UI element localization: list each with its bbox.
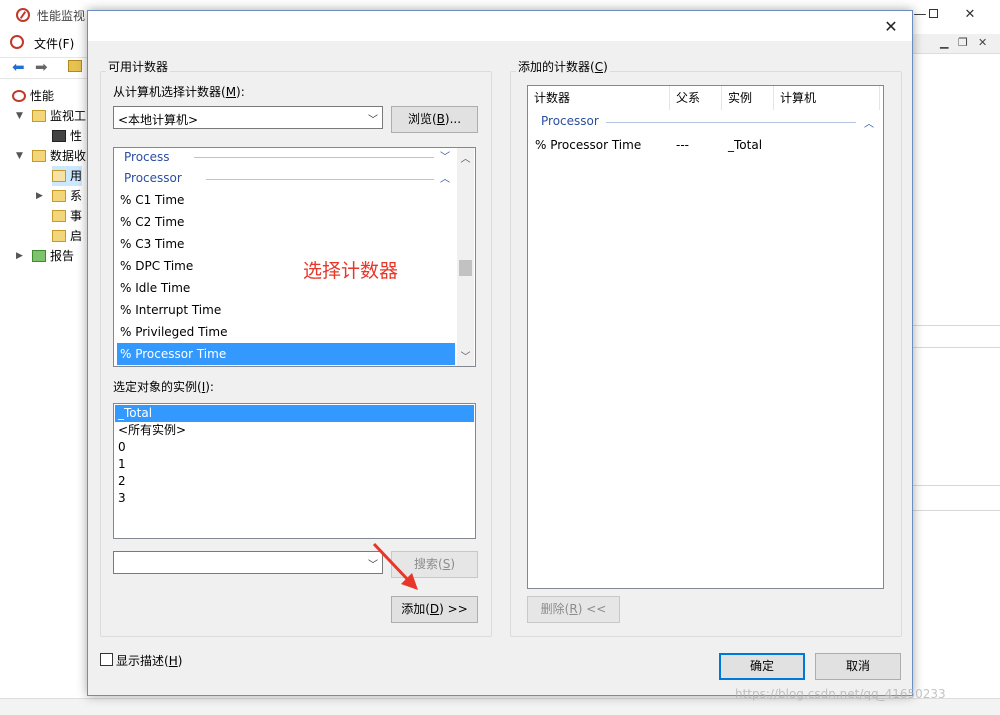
- forward-arrow-icon[interactable]: ➡: [35, 60, 48, 75]
- monitor-chart-icon: [52, 130, 66, 142]
- divider: [912, 485, 1000, 486]
- tree-item-user-defined[interactable]: 用: [52, 166, 83, 186]
- counter-item[interactable]: % C2 Time: [117, 211, 455, 233]
- back-arrow-icon[interactable]: ⬅: [12, 60, 25, 75]
- show-description-label: 显示描述(H): [116, 654, 183, 668]
- added-counters-label: 添加的计数器(C): [516, 58, 610, 75]
- remove-button[interactable]: 删除(R) <<: [527, 596, 620, 623]
- counter-item[interactable]: % Privileged Time: [117, 321, 455, 343]
- add-button[interactable]: 添加(D) >>: [391, 596, 478, 623]
- group-separator: [206, 179, 434, 180]
- instance-item-selected[interactable]: _Total: [115, 405, 474, 422]
- collapse-chevron-icon[interactable]: ︿: [440, 170, 450, 185]
- mdi-close-icon[interactable]: ✕: [978, 36, 987, 49]
- counter-item[interactable]: % Idle Time: [117, 277, 455, 299]
- tree-expand-icon[interactable]: ▼: [16, 111, 23, 121]
- collapse-chevron-icon[interactable]: ︿: [864, 115, 874, 130]
- annotation-arrow-icon: [372, 542, 418, 590]
- counter-group-process[interactable]: Process: [117, 148, 170, 168]
- computer-select[interactable]: <本地计算机> ﹀: [113, 106, 383, 129]
- group-separator: [194, 157, 434, 158]
- scroll-up-icon[interactable]: ︿: [457, 150, 474, 165]
- folder-icon: [52, 210, 66, 222]
- tree-item-system[interactable]: 系: [52, 186, 82, 206]
- counter-item[interactable]: % C1 Time: [117, 189, 455, 211]
- counters-listbox[interactable]: Process ﹀ Processor ︿ % C1 Time % C2 Tim…: [113, 147, 476, 367]
- chevron-down-icon: ﹀: [368, 115, 378, 126]
- counter-item[interactable]: % C3 Time: [117, 233, 455, 255]
- show-description-checkbox[interactable]: [100, 653, 113, 666]
- user-folder-icon: [52, 170, 66, 182]
- divider: [912, 325, 1000, 326]
- search-combo[interactable]: ﹀: [113, 551, 383, 574]
- scroll-thumb[interactable]: [459, 260, 472, 276]
- added-row-parent: ---: [676, 138, 689, 152]
- instance-item[interactable]: 2: [115, 473, 126, 490]
- mdi-restore-icon[interactable]: ❐: [958, 36, 968, 49]
- column-header-counter[interactable]: 计数器: [528, 86, 670, 110]
- column-header-computer[interactable]: 计算机: [774, 86, 880, 110]
- counter-group-processor[interactable]: Processor: [117, 167, 182, 189]
- counter-item[interactable]: % DPC Time: [117, 255, 455, 277]
- menu-file[interactable]: 文件(F): [34, 35, 74, 52]
- tree-item-startup[interactable]: 启: [52, 226, 82, 246]
- instance-item[interactable]: <所有实例>: [115, 422, 186, 439]
- column-header-instance[interactable]: 实例: [722, 86, 774, 110]
- added-group-processor[interactable]: Processor: [541, 114, 599, 128]
- expand-chevron-icon[interactable]: ﹀: [440, 148, 450, 163]
- counters-scrollbar[interactable]: ︿ ﹀: [457, 148, 474, 366]
- report-icon: [32, 250, 46, 262]
- browse-button[interactable]: 浏览(B)...: [391, 106, 478, 133]
- counter-item-selected[interactable]: % Processor Time: [117, 343, 455, 365]
- added-row-counter[interactable]: % Processor Time: [535, 138, 641, 152]
- tree-collapse-icon[interactable]: ▶: [36, 191, 43, 201]
- column-header-parent[interactable]: 父系: [670, 86, 722, 110]
- dialog-close-icon[interactable]: ✕: [876, 15, 906, 39]
- computer-select-value: <本地计算机>: [118, 113, 199, 127]
- cancel-button[interactable]: 取消: [815, 653, 901, 680]
- folder-icon: [32, 150, 46, 162]
- scroll-down-icon[interactable]: ﹀: [457, 348, 474, 363]
- performance-icon: [12, 90, 26, 102]
- tree-item-monitoring-tools[interactable]: 监视工: [32, 106, 86, 126]
- tree-item-performance[interactable]: 性能: [12, 86, 54, 106]
- counter-item[interactable]: % Interrupt Time: [117, 299, 455, 321]
- divider: [912, 510, 1000, 511]
- main-window-title: 性能监视: [37, 9, 86, 23]
- ok-button[interactable]: 确定: [719, 653, 805, 680]
- instance-item[interactable]: 3: [115, 490, 126, 507]
- folder-icon: [52, 190, 66, 202]
- tree-expand-icon[interactable]: ▼: [16, 151, 23, 161]
- annotation-note: 选择计数器: [303, 260, 399, 282]
- mdi-minimize-icon[interactable]: ▁: [940, 36, 948, 49]
- add-counters-dialog: ✕ 可用计数器 从计算机选择计数器(M): <本地计算机> ﹀ 浏览(B)...…: [87, 10, 913, 696]
- tree-item-performance-monitor[interactable]: 性: [52, 126, 82, 146]
- performance-monitor-icon: [16, 8, 30, 22]
- instance-item[interactable]: 0: [115, 439, 126, 456]
- added-counters-list[interactable]: 计数器 父系 实例 计算机 Processor ︿ % Processor Ti…: [527, 85, 884, 589]
- folder-up-icon[interactable]: [68, 60, 82, 72]
- maximize-icon[interactable]: [910, 4, 940, 26]
- tree-item-reports[interactable]: 报告: [32, 246, 74, 266]
- menu-app-icon: [10, 35, 24, 49]
- folder-icon: [52, 230, 66, 242]
- main-close-icon[interactable]: ✕: [955, 4, 985, 26]
- instance-item[interactable]: 1: [115, 456, 126, 473]
- divider: [912, 347, 1000, 348]
- folder-icon: [32, 110, 46, 122]
- tree-item-data-collector-sets[interactable]: 数据收: [32, 146, 86, 166]
- instances-listbox[interactable]: _Total <所有实例> 0 1 2 3: [113, 403, 476, 539]
- added-row-instance: _Total: [728, 138, 763, 152]
- group-separator: [606, 122, 856, 123]
- tree-collapse-icon[interactable]: ▶: [16, 251, 23, 261]
- select-from-computer-label: 从计算机选择计数器(M):: [113, 85, 245, 99]
- dialog-titlebar: [88, 11, 912, 41]
- tree-item-event-trace[interactable]: 事: [52, 206, 82, 226]
- instances-label: 选定对象的实例(I):: [113, 380, 214, 394]
- watermark-text: https://blog.csdn.net/qq_41650233: [735, 687, 946, 701]
- available-counters-label: 可用计数器: [106, 58, 171, 75]
